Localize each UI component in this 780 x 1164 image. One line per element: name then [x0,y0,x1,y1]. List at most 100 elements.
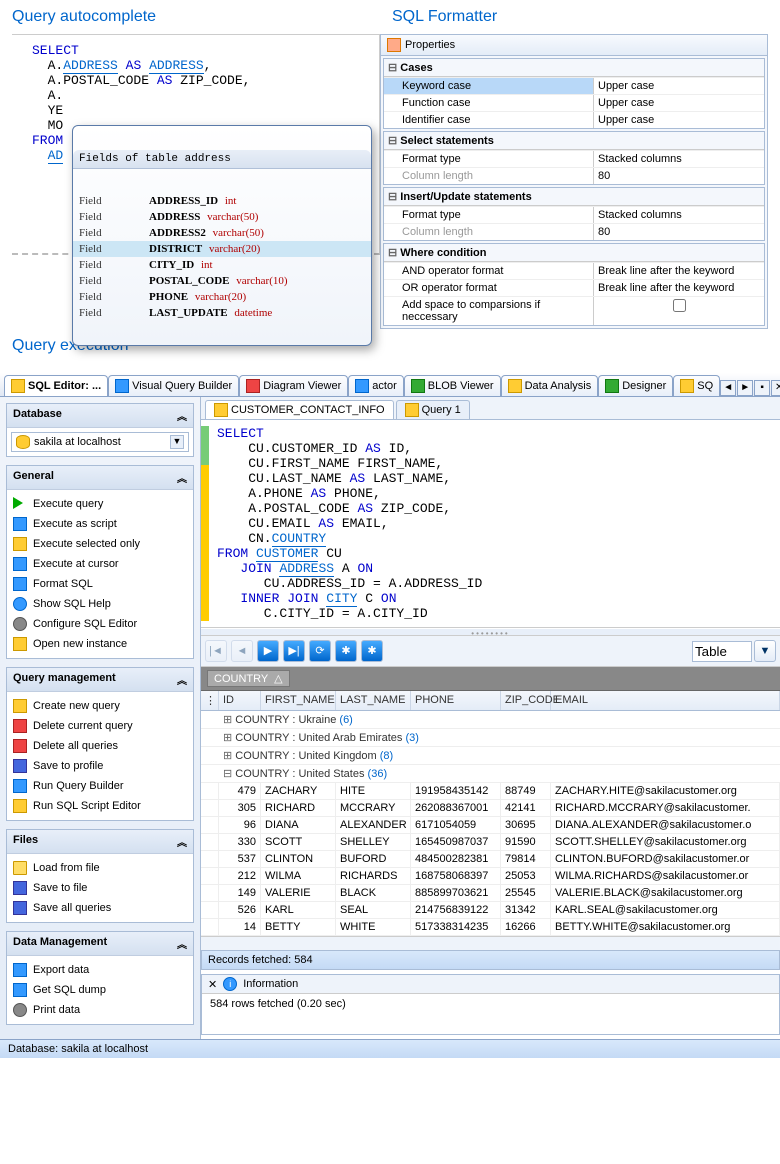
prop-row[interactable]: Format typeStacked columns [384,206,764,223]
toggle2-button[interactable]: ✱ [361,640,383,662]
prop-row[interactable]: Column length80 [384,167,764,184]
tab-next[interactable]: ► [737,380,753,396]
toggle1-button[interactable]: ✱ [335,640,357,662]
panel-header[interactable]: Files︽ [7,830,193,854]
field-row[interactable]: FieldLAST_UPDATE datetime [73,305,371,321]
table-row[interactable]: 526KARLSEAL21475683912231342KARL.SEAL@sa… [201,902,780,919]
last-button[interactable]: ▶| [283,640,305,662]
action-run-query-builder[interactable]: Run Query Builder [11,776,189,796]
group-bar[interactable]: COUNTRY △ [201,667,780,691]
table-row[interactable]: 14BETTYWHITE51733831423516266BETTY.WHITE… [201,919,780,936]
action-save-to-profile[interactable]: Save to profile [11,756,189,776]
field-row[interactable]: FieldADDRESS2 varchar(50) [73,225,371,241]
group-column-pill[interactable]: COUNTRY △ [207,670,290,687]
query-tab[interactable]: CUSTOMER_CONTACT_INFO [205,400,394,419]
tab-close[interactable]: ✕ [771,380,780,396]
field-row[interactable]: FieldDISTRICT varchar(20) [73,241,371,257]
prop-row[interactable]: Format typeStacked columns [384,150,764,167]
col-firstname[interactable]: FIRST_NAME [261,691,336,710]
group-row[interactable]: COUNTRY : United Arab Emirates (3) [201,729,780,747]
prop-row[interactable]: Function caseUpper case [384,94,764,111]
grid-body[interactable]: COUNTRY : Ukraine (6)COUNTRY : United Ar… [201,711,780,936]
view-mode-drop[interactable]: ▼ [754,640,776,662]
table-row[interactable]: 212WILMARICHARDS16875806839725053WILMA.R… [201,868,780,885]
action-format-sql[interactable]: Format SQL [11,574,189,594]
prop-checkbox[interactable] [673,299,686,312]
group-row[interactable]: COUNTRY : Ukraine (6) [201,711,780,729]
col-lastname[interactable]: LAST_NAME [336,691,411,710]
field-row[interactable]: FieldPOSTAL_CODE varchar(10) [73,273,371,289]
action-open-new-instance[interactable]: Open new instance [11,634,189,654]
tab-visual-query-builder[interactable]: Visual Query Builder [108,375,239,396]
tab-list[interactable]: ▪ [754,380,770,396]
autocomplete-popup[interactable]: Fields of table address FieldADDRESS_ID … [72,125,372,346]
col-zip[interactable]: ZIP_CODE [501,691,551,710]
prop-row[interactable]: AND operator formatBreak line after the … [384,262,764,279]
field-row[interactable]: FieldCITY_ID int [73,257,371,273]
tab-diagram-viewer[interactable]: Diagram Viewer [239,375,348,396]
tab-data-analysis[interactable]: Data Analysis [501,375,599,396]
col-expand[interactable]: ⋮ [201,691,219,710]
col-id[interactable]: ID [219,691,261,710]
action-configure-sql-editor[interactable]: Configure SQL Editor [11,614,189,634]
tab-actor[interactable]: actor [348,375,403,396]
prop-group-header[interactable]: Select statements [384,132,764,150]
table-row[interactable]: 479ZACHARYHITE19195843514288749ZACHARY.H… [201,783,780,800]
panel-header[interactable]: General︽ [7,466,193,490]
table-row[interactable]: 96DIANAALEXANDER617105405930695DIANA.ALE… [201,817,780,834]
panel-header[interactable]: Query management︽ [7,668,193,692]
tab-sql-editor-[interactable]: SQL Editor: ... [4,375,108,396]
next-button[interactable]: ▶ [257,640,279,662]
col-email[interactable]: EMAIL [551,691,780,710]
action-load-from-file[interactable]: Load from file [11,858,189,878]
action-execute-as-script[interactable]: Execute as script [11,514,189,534]
tab-designer[interactable]: Designer [598,375,673,396]
database-selector[interactable]: sakila at localhost ▼ [11,432,189,452]
action-save-all-queries[interactable]: Save all queries [11,898,189,918]
tab-blob-viewer[interactable]: BLOB Viewer [404,375,501,396]
database-header[interactable]: Database ︽ [7,404,193,428]
prop-row[interactable]: Column length80 [384,223,764,240]
first-button[interactable]: |◄ [205,640,227,662]
prop-group-header[interactable]: Cases [384,59,764,77]
action-print-data[interactable]: Print data [11,1000,189,1020]
action-delete-current-query[interactable]: Delete current query [11,716,189,736]
group-row[interactable]: COUNTRY : United States (36) [201,765,780,783]
splitter[interactable]: •••••••• [201,628,780,636]
table-row[interactable]: 305RICHARDMCCRARY26208836700142141RICHAR… [201,800,780,817]
prop-group-header[interactable]: Insert/Update statements [384,188,764,206]
prop-row[interactable]: Keyword caseUpper case [384,77,764,94]
prop-row[interactable]: OR operator formatBreak line after the k… [384,279,764,296]
action-save-to-file[interactable]: Save to file [11,878,189,898]
prop-row[interactable]: Add space to comparsions if neccessary [384,296,764,325]
table-row[interactable]: 537CLINTONBUFORD48450028238179814CLINTON… [201,851,780,868]
col-phone[interactable]: PHONE [411,691,501,710]
action-run-sql-script-editor[interactable]: Run SQL Script Editor [11,796,189,816]
action-execute-selected-only[interactable]: Execute selected only [11,534,189,554]
field-row[interactable]: FieldADDRESS varchar(50) [73,209,371,225]
action-get-sql-dump[interactable]: Get SQL dump [11,980,189,1000]
table-row[interactable]: 330SCOTTSHELLEY16545098703791590SCOTT.SH… [201,834,780,851]
group-row[interactable]: COUNTRY : United Kingdom (8) [201,747,780,765]
action-export-data[interactable]: Export data [11,960,189,980]
prop-group-header[interactable]: Where condition [384,244,764,262]
table-row[interactable]: 149VALERIEBLACK88589970362125545VALERIE.… [201,885,780,902]
sql-editor[interactable]: SELECT CU.CUSTOMER_ID AS ID, CU.FIRST_NA… [201,420,780,628]
action-execute-query[interactable]: Execute query [11,494,189,514]
info-close[interactable]: ✕ [208,978,217,991]
query-tab[interactable]: Query 1 [396,400,470,419]
prop-row[interactable]: Identifier caseUpper case [384,111,764,128]
dropdown-icon[interactable]: ▼ [170,435,184,449]
panel-header[interactable]: Data Management︽ [7,932,193,956]
refresh-button[interactable]: ⟳ [309,640,331,662]
field-row[interactable]: FieldPHONE varchar(20) [73,289,371,305]
scrollbar-h[interactable] [201,936,780,950]
action-show-sql-help[interactable]: Show SQL Help [11,594,189,614]
field-row[interactable]: FieldADDRESS_ID int [73,193,371,209]
action-execute-at-cursor[interactable]: Execute at cursor [11,554,189,574]
tab-prev[interactable]: ◄ [720,380,736,396]
action-create-new-query[interactable]: Create new query [11,696,189,716]
view-mode-select[interactable] [692,641,752,662]
prev-button[interactable]: ◄ [231,640,253,662]
action-delete-all-queries[interactable]: Delete all queries [11,736,189,756]
